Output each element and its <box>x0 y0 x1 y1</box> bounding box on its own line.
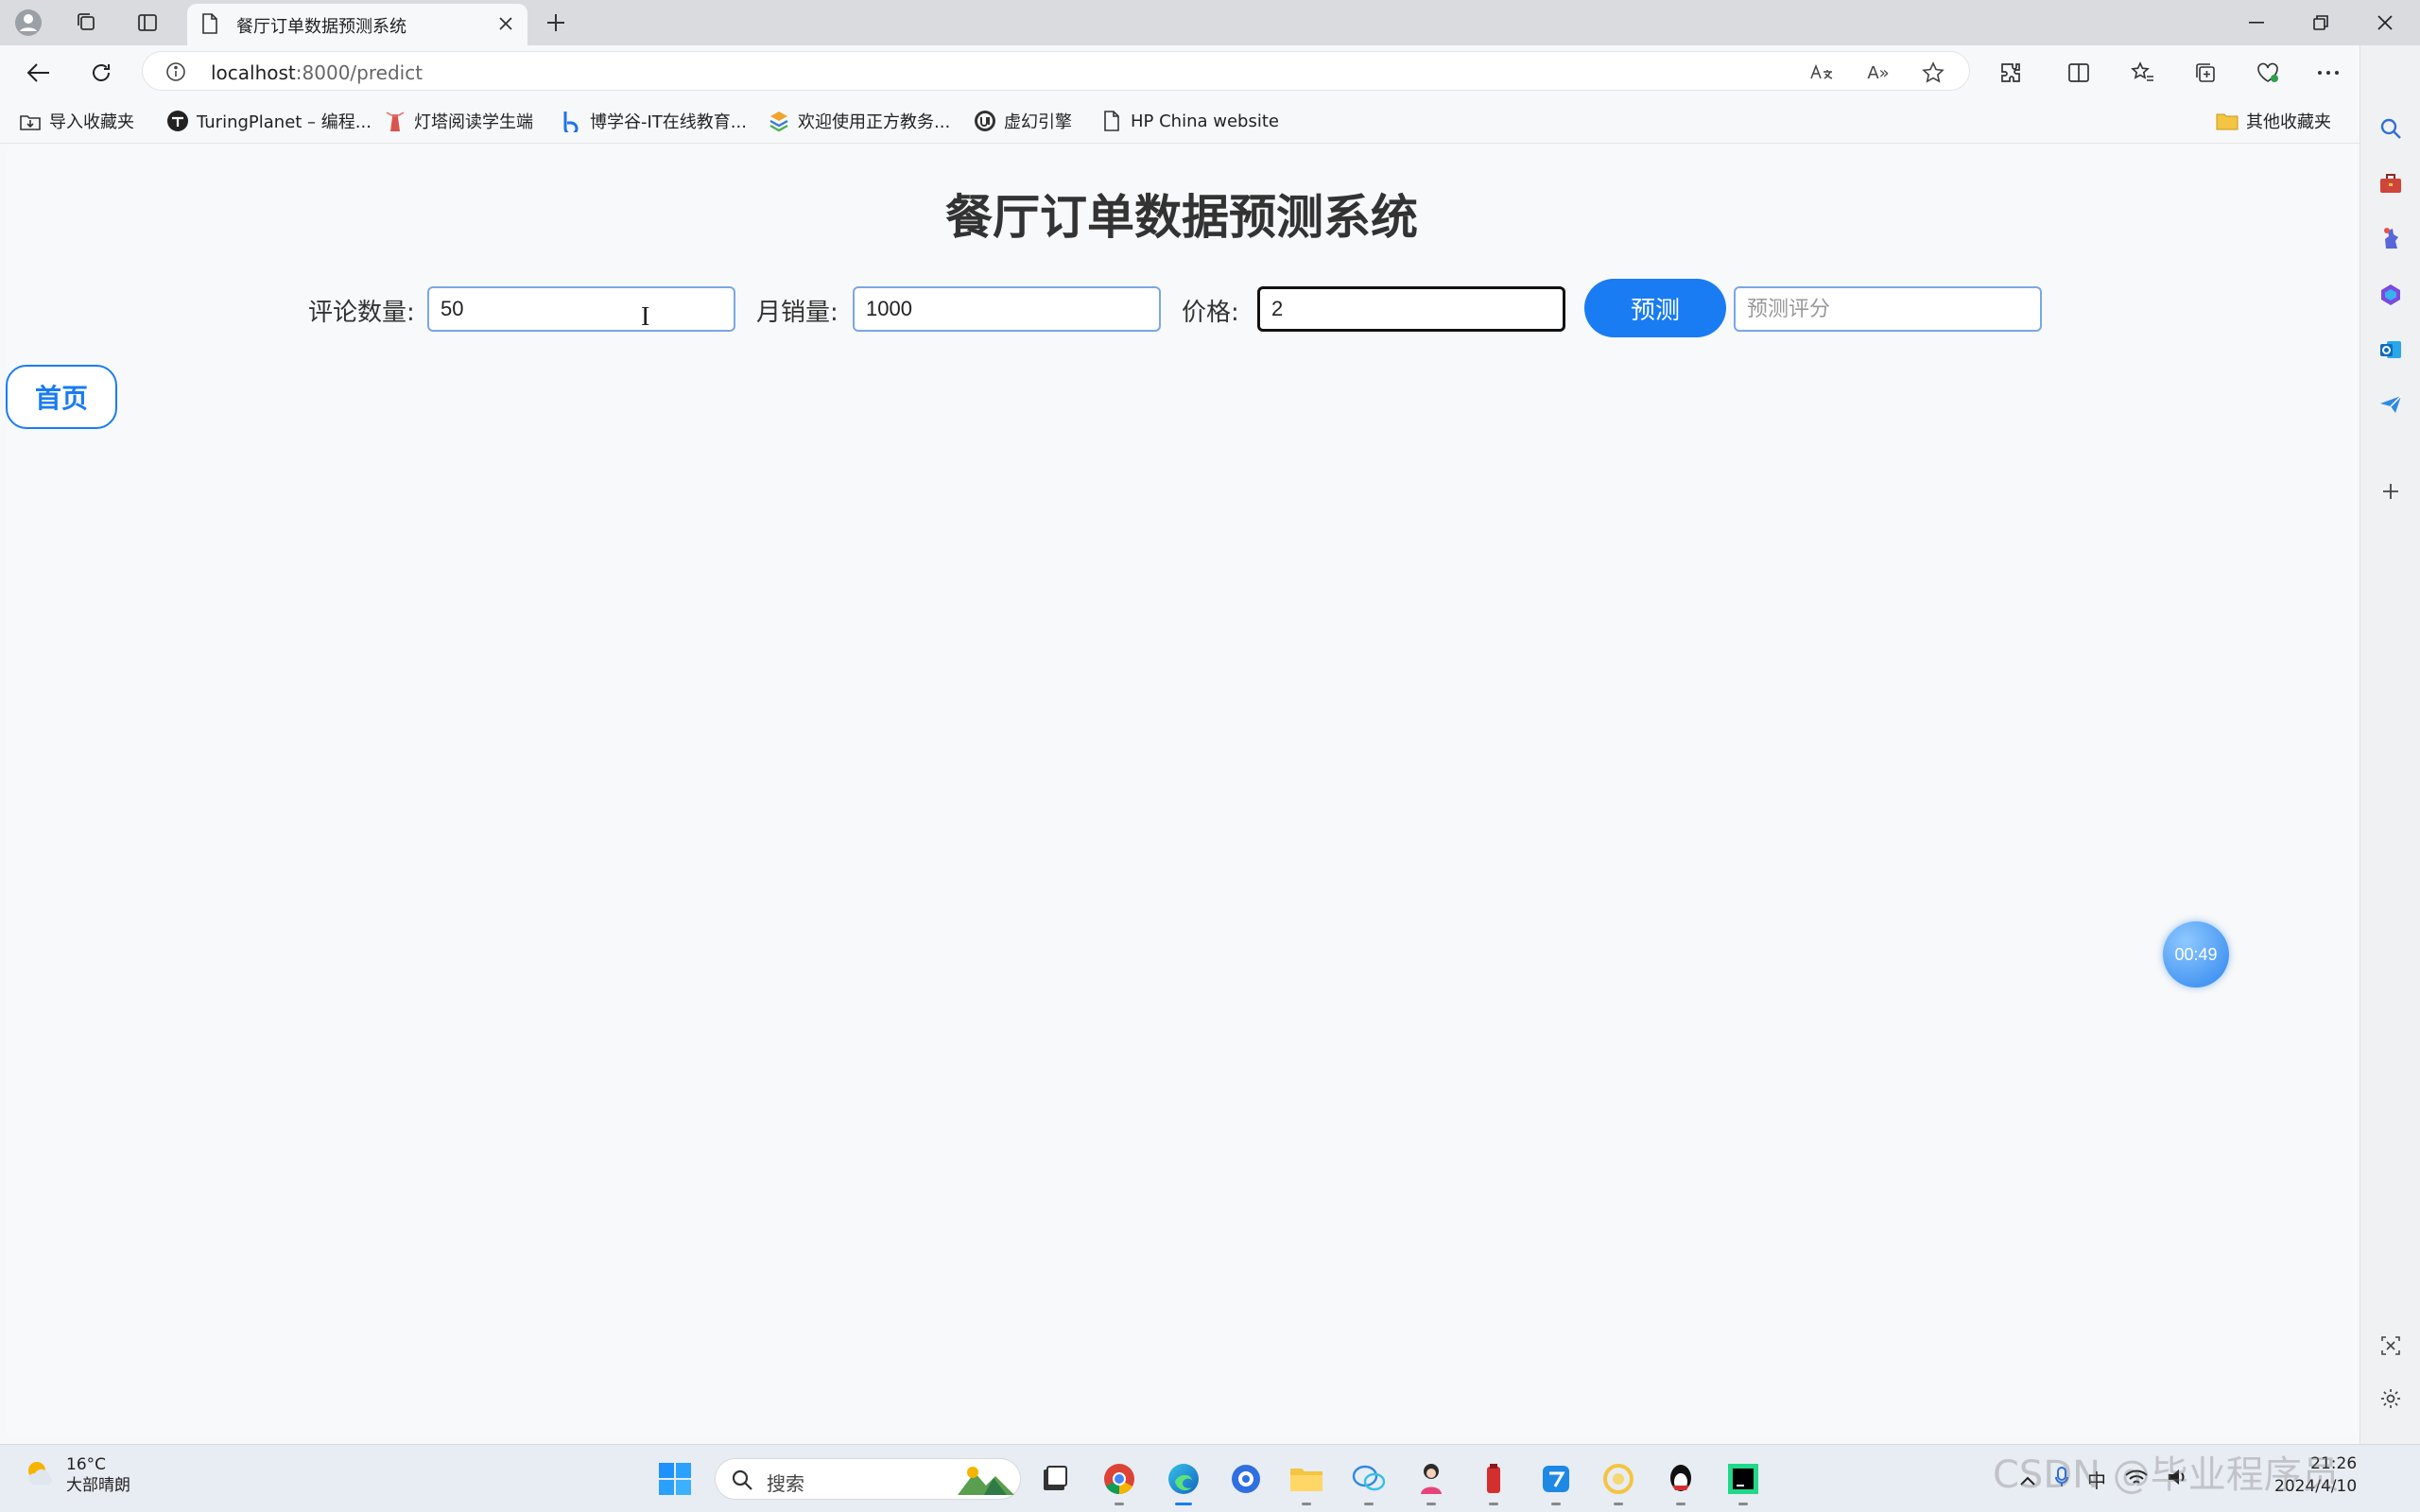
edge-icon[interactable] <box>1165 1460 1202 1505</box>
text-cursor-icon: I <box>641 302 650 332</box>
pycharm-icon[interactable] <box>1724 1460 1762 1505</box>
recording-timer-badge[interactable]: 00:49 <box>2163 921 2229 988</box>
import-icon <box>19 110 42 132</box>
chat-bubbles-icon[interactable] <box>1350 1460 1388 1505</box>
price-label: 价格: <box>1182 299 1239 327</box>
sidebar-screenshot-icon[interactable] <box>2374 1329 2408 1363</box>
task-view-icon[interactable] <box>1036 1460 1074 1498</box>
file-explorer-icon[interactable] <box>1288 1460 1325 1505</box>
bookmark-import[interactable]: 导入收藏夹 <box>19 108 134 134</box>
collections-icon[interactable] <box>2189 57 2221 89</box>
document-icon <box>1100 110 1123 132</box>
sidebar-send-icon[interactable] <box>2374 387 2408 421</box>
taskbar-search-box[interactable]: 搜索 <box>715 1458 1021 1500</box>
page-content: 餐厅订单数据预测系统 评论数量: 月销量: 价格: 预测 首页 I 00:49 <box>6 144 2358 1438</box>
boxuegu-icon <box>560 110 582 132</box>
favorites-icon[interactable] <box>2127 57 2159 89</box>
lighthouse-icon <box>384 110 406 132</box>
bookmarks-bar: 导入收藏夹 TuringPlanet – 编程... 灯塔阅读学生端 博学谷-I… <box>0 98 2363 144</box>
bookmark-boxuegu[interactable]: 博学谷-IT在线教育... <box>560 108 747 134</box>
bookmark-lighthouse[interactable]: 灯塔阅读学生端 <box>384 108 533 134</box>
sidebar-microsoft365-icon[interactable] <box>2374 278 2408 312</box>
home-button[interactable]: 首页 <box>6 365 117 429</box>
browser-tab-strip: 餐厅订单数据预测系统 <box>0 0 2420 45</box>
yellow-app-icon[interactable] <box>1599 1460 1637 1505</box>
weather-sun-cloud-icon <box>23 1456 57 1494</box>
taskbar-search-icon <box>731 1469 753 1495</box>
weather-description: 大部晴朗 <box>66 1476 130 1495</box>
monthly-sales-label: 月销量: <box>756 299 838 327</box>
bookmark-turingplanet[interactable]: TuringPlanet – 编程... <box>166 108 372 134</box>
blue-app-icon[interactable] <box>1537 1460 1575 1505</box>
bookmark-zhengfang[interactable]: 欢迎使用正方教务... <box>768 108 950 134</box>
folder-icon <box>2216 110 2238 132</box>
csdn-watermark: CSDN @毕业程序员 <box>1993 1453 2340 1497</box>
sidebar-add-icon[interactable] <box>2374 474 2408 508</box>
vertical-tabs-icon[interactable] <box>132 8 163 38</box>
browser-essentials-icon[interactable] <box>2252 57 2284 89</box>
favorite-star-icon[interactable] <box>1920 60 1946 86</box>
other-bookmarks-folder[interactable]: 其他收藏夹 <box>2216 108 2331 134</box>
close-window-icon[interactable] <box>2354 0 2416 45</box>
edge-sidebar <box>2360 45 2420 1444</box>
weather-widget[interactable]: 16°C 大部晴朗 <box>23 1454 130 1496</box>
turingplanet-icon <box>166 110 189 132</box>
red-app-icon[interactable] <box>1475 1460 1512 1505</box>
sidebar-search-icon[interactable] <box>2374 112 2408 146</box>
qq-penguin-icon[interactable] <box>1662 1460 1700 1505</box>
sidebar-settings-icon[interactable] <box>2374 1382 2408 1416</box>
zhengfang-icon <box>768 110 790 132</box>
bookmark-unreal-engine[interactable]: 虚幻引擎 <box>974 108 1072 134</box>
extensions-icon[interactable] <box>1995 57 2027 89</box>
translate-icon[interactable] <box>1808 60 1835 86</box>
restore-icon[interactable] <box>2290 0 2352 45</box>
address-bar[interactable]: localhost:8000/predict A» <box>142 51 1970 91</box>
bookmark-hp-china[interactable]: HP China website <box>1100 108 1279 134</box>
sidebar-games-icon[interactable] <box>2374 221 2408 255</box>
search-highlight-icon <box>956 1463 1018 1501</box>
active-tab[interactable]: 餐厅订单数据预测系统 <box>187 4 527 45</box>
chrome-icon[interactable] <box>1100 1460 1138 1505</box>
page-title: 餐厅订单数据预测系统 <box>945 190 1418 245</box>
workspaces-icon[interactable] <box>72 8 102 38</box>
read-aloud-icon[interactable]: A» <box>1865 60 1892 86</box>
weather-temperature: 16°C <box>66 1455 107 1474</box>
price-input[interactable] <box>1257 286 1565 332</box>
close-tab-icon[interactable] <box>493 11 518 36</box>
site-info-icon[interactable] <box>165 61 186 86</box>
page-document-icon <box>200 13 219 38</box>
unreal-engine-icon <box>974 110 996 132</box>
tab-title: 餐厅订单数据预测系统 <box>236 17 406 37</box>
monthly-sales-input[interactable] <box>853 286 1161 332</box>
split-screen-icon[interactable] <box>2063 57 2095 89</box>
refresh-icon[interactable] <box>85 57 117 89</box>
profile-icon[interactable] <box>13 8 43 38</box>
browser-toolbar: localhost:8000/predict A» <box>0 45 2420 98</box>
character-app-icon[interactable] <box>1412 1460 1450 1505</box>
predict-button[interactable]: 预测 <box>1584 279 1726 337</box>
minimize-icon[interactable] <box>2225 0 2288 45</box>
app-circle-icon[interactable] <box>1227 1460 1265 1498</box>
sidebar-tools-icon[interactable] <box>2374 166 2408 200</box>
predicted-rating-output[interactable] <box>1734 286 2042 332</box>
start-windows-icon[interactable] <box>656 1460 694 1498</box>
back-icon[interactable] <box>23 57 55 89</box>
more-options-icon[interactable] <box>2312 57 2344 89</box>
review-count-label: 评论数量: <box>308 299 415 327</box>
sidebar-outlook-icon[interactable] <box>2374 333 2408 367</box>
new-tab-icon[interactable] <box>541 8 571 38</box>
review-count-input[interactable] <box>427 286 735 332</box>
url-text: localhost:8000/predict <box>211 61 424 84</box>
